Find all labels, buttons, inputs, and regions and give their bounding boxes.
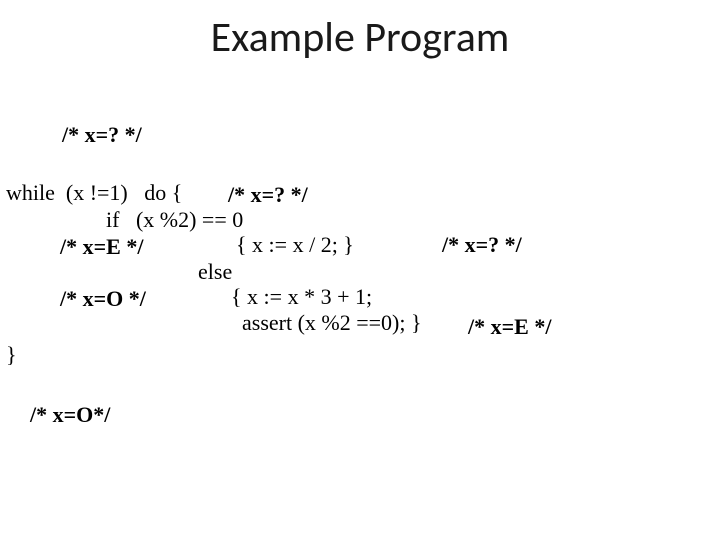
comment-postcondition: /* x=O*/	[30, 402, 110, 428]
if-header: if (x %2) == 0	[106, 207, 243, 233]
while-header: while (x !=1) do {	[6, 180, 182, 206]
comment-after-else: /* x=E */	[468, 314, 551, 340]
then-body: { x := x / 2; }	[236, 232, 354, 258]
else-keyword: else	[198, 259, 232, 285]
comment-precondition: /* x=? */	[62, 122, 142, 148]
slide: Example Program /* x=? */ while (x !=1) …	[0, 0, 720, 540]
comment-loop-top: /* x=? */	[228, 182, 308, 208]
comment-after-then: /* x=? */	[442, 232, 522, 258]
else-body-line2: assert (x %2 ==0); }	[231, 310, 422, 336]
close-brace: }	[6, 342, 17, 368]
slide-title: Example Program	[0, 12, 720, 63]
comment-odd: /* x=O */	[60, 286, 146, 312]
else-body-line1: { x := x * 3 + 1;	[231, 284, 372, 310]
comment-even: /* x=E */	[60, 234, 143, 260]
